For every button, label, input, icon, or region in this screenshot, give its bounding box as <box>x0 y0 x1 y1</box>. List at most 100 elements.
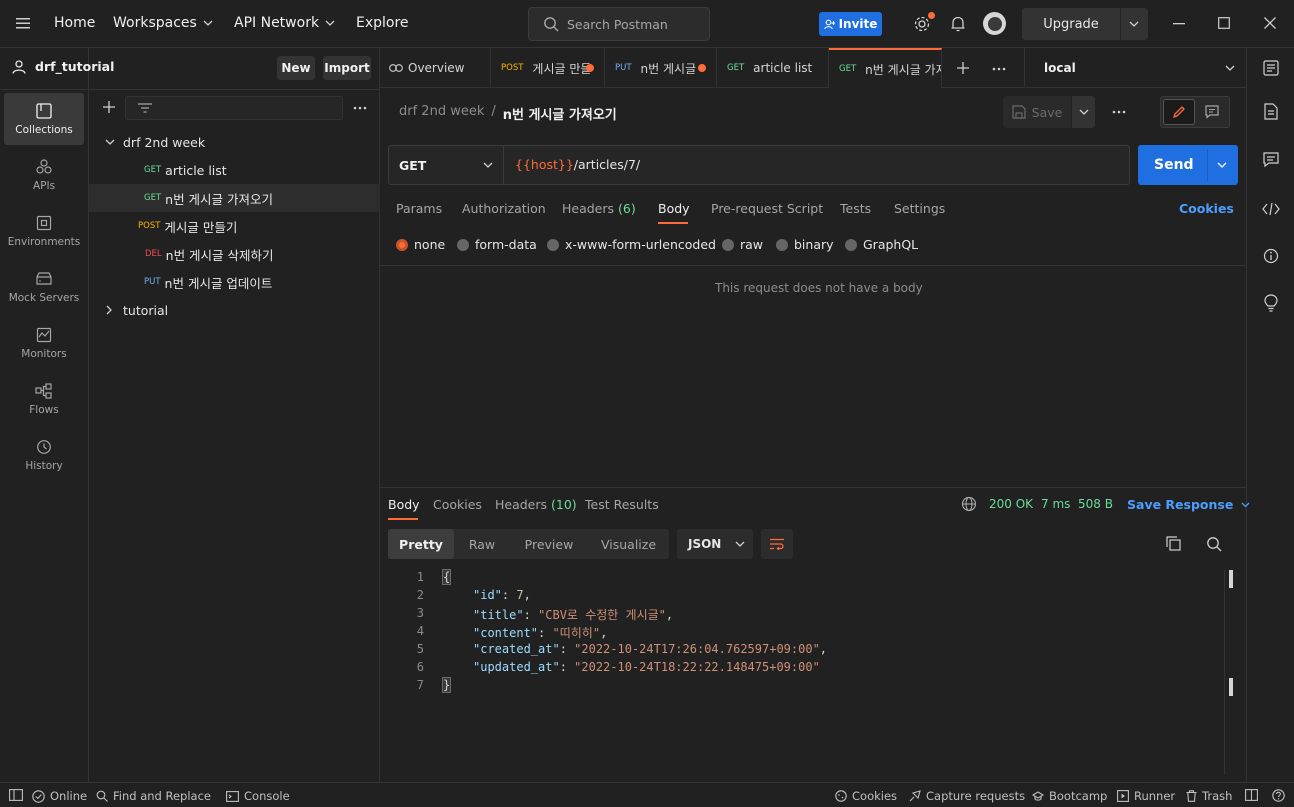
nav-home[interactable]: Home <box>54 15 95 31</box>
rail-item-history[interactable]: History <box>4 429 84 481</box>
globe-icon[interactable] <box>961 496 977 512</box>
view-raw[interactable]: Raw <box>454 529 510 559</box>
wrap-lines-button[interactable] <box>761 529 793 559</box>
console-button[interactable]: Console <box>226 789 290 803</box>
tab-get-article[interactable]: GET n번 게시글 가져 <box>829 48 942 88</box>
response-tab-test-results[interactable]: Test Results <box>585 497 659 512</box>
status-code[interactable]: 200 OK <box>989 497 1033 511</box>
more-options-icon[interactable] <box>353 106 367 110</box>
cookies-button[interactable]: Cookies <box>835 789 897 803</box>
find-replace-button[interactable]: Find and Replace <box>96 789 211 803</box>
tab-tests[interactable]: Tests <box>840 201 871 216</box>
radio-raw[interactable]: raw <box>722 237 763 252</box>
radio-urlencoded[interactable]: x-www-form-urlencoded <box>547 237 716 252</box>
cookies-link[interactable]: Cookies <box>1179 201 1234 216</box>
search-input[interactable]: Search Postman <box>528 7 710 41</box>
radio-binary[interactable]: binary <box>776 237 834 252</box>
nav-explore[interactable]: Explore <box>356 15 409 31</box>
help-icon[interactable] <box>1272 789 1285 802</box>
workspace-name-row[interactable]: drf_tutorial <box>12 59 114 74</box>
tab-post-create[interactable]: POST 게시글 만들 <box>491 48 605 88</box>
tab-settings[interactable]: Settings <box>894 201 945 216</box>
request-item-delete-article[interactable]: DEL n번 게시글 삭제하기 <box>89 240 380 268</box>
two-pane-view-icon[interactable] <box>1245 789 1258 801</box>
code-icon[interactable] <box>1262 202 1280 216</box>
comment-view-icon[interactable] <box>1205 105 1219 119</box>
view-pretty[interactable]: Pretty <box>388 529 454 559</box>
nav-api-network[interactable]: API Network <box>234 15 335 31</box>
rail-item-monitors[interactable]: Monitors <box>4 317 84 369</box>
radio-form-data[interactable]: form-data <box>457 237 537 252</box>
rail-item-mock-servers[interactable]: Mock Servers <box>4 261 84 313</box>
filter-input[interactable] <box>125 96 343 120</box>
scrollbar-thumb[interactable] <box>1229 570 1233 588</box>
request-item-update-article[interactable]: PUT n번 게시글 업데이트 <box>89 268 380 296</box>
collection-tutorial[interactable]: tutorial <box>89 296 380 324</box>
view-preview[interactable]: Preview <box>510 529 588 559</box>
minimize-icon[interactable] <box>1173 23 1185 25</box>
chevron-down-icon[interactable] <box>1217 162 1227 168</box>
bell-icon[interactable] <box>950 15 966 33</box>
comments-icon[interactable] <box>1263 152 1279 168</box>
upgrade-button[interactable]: Upgrade <box>1022 8 1148 40</box>
add-icon[interactable] <box>103 101 115 113</box>
view-visualize[interactable]: Visualize <box>588 529 669 559</box>
lightbulb-icon[interactable] <box>1263 294 1279 312</box>
runner-button[interactable]: Runner <box>1117 789 1175 803</box>
environment-selector[interactable]: local <box>1024 48 1246 88</box>
search-icon[interactable] <box>1206 536 1222 552</box>
rail-item-flows[interactable]: Flows <box>4 373 84 425</box>
save-response-button[interactable]: Save Response <box>1127 497 1250 512</box>
bootcamp-button[interactable]: Bootcamp <box>1032 789 1107 803</box>
tab-overview[interactable]: Overview <box>380 48 491 88</box>
method-select[interactable]: GET <box>389 146 504 184</box>
request-item-get-article[interactable]: GET n번 게시글 가져오기 <box>89 184 380 212</box>
request-item-article-list[interactable]: GET article list <box>89 156 380 184</box>
request-item-create-article[interactable]: POST 게시글 만들기 <box>89 212 380 240</box>
radio-none[interactable]: none <box>396 237 445 252</box>
toggle-sidebar-icon[interactable] <box>9 789 23 801</box>
copy-icon[interactable] <box>1166 536 1181 551</box>
invite-button[interactable]: Invite <box>819 12 882 36</box>
scrollbar[interactable] <box>1224 570 1225 775</box>
save-button[interactable]: Save <box>1003 96 1071 128</box>
hamburger-menu-icon[interactable] <box>16 17 30 29</box>
nav-workspaces[interactable]: Workspaces <box>113 15 213 31</box>
response-divider[interactable] <box>380 487 1246 488</box>
tab-authorization[interactable]: Authorization <box>462 201 546 216</box>
send-button[interactable]: Send <box>1138 145 1238 185</box>
format-select[interactable]: JSON <box>677 529 753 559</box>
documentation-icon[interactable] <box>1264 103 1278 120</box>
save-dropdown-button[interactable] <box>1072 96 1095 128</box>
import-button[interactable]: Import <box>323 56 371 80</box>
request-more-icon[interactable] <box>1112 110 1126 114</box>
response-size[interactable]: 508 B <box>1078 497 1113 511</box>
rail-item-collections[interactable]: Collections <box>4 93 84 145</box>
new-tab-icon[interactable] <box>957 62 969 74</box>
rail-item-environments[interactable]: Environments <box>4 205 84 257</box>
tab-params[interactable]: Params <box>396 201 442 216</box>
collection-drf-2nd-week[interactable]: drf 2nd week <box>89 128 380 156</box>
tab-get-article-list[interactable]: GET article list <box>717 48 829 88</box>
response-tab-body[interactable]: Body <box>388 497 420 512</box>
response-tab-cookies[interactable]: Cookies <box>433 497 482 512</box>
maximize-icon[interactable] <box>1218 17 1230 29</box>
rail-item-apis[interactable]: APIs <box>4 149 84 201</box>
online-status[interactable]: Online <box>32 789 87 803</box>
url-input[interactable]: {{host}}/articles/7/ <box>515 157 640 172</box>
response-time[interactable]: 7 ms <box>1041 497 1070 511</box>
capture-requests-button[interactable]: Capture requests <box>909 789 1025 803</box>
environment-quick-look-icon[interactable] <box>1263 60 1279 76</box>
edit-pencil-icon[interactable] <box>1163 99 1195 125</box>
new-button[interactable]: New <box>277 56 315 80</box>
tabs-more-icon[interactable] <box>992 67 1006 71</box>
radio-graphql[interactable]: GraphQL <box>845 237 918 252</box>
trash-button[interactable]: Trash <box>1186 789 1232 803</box>
close-icon[interactable] <box>1264 17 1276 29</box>
response-body-viewer[interactable]: 1 { 2 "id": 7, 3 "title": "CBV로 수정한 게시글"… <box>380 569 1240 775</box>
breadcrumb-parent[interactable]: drf 2nd week <box>399 104 484 123</box>
tab-put-article[interactable]: PUT n번 게시글 <box>605 48 717 88</box>
avatar[interactable] <box>983 12 1006 35</box>
tab-body[interactable]: Body <box>658 201 690 216</box>
response-tab-headers[interactable]: Headers (10) <box>495 497 577 512</box>
